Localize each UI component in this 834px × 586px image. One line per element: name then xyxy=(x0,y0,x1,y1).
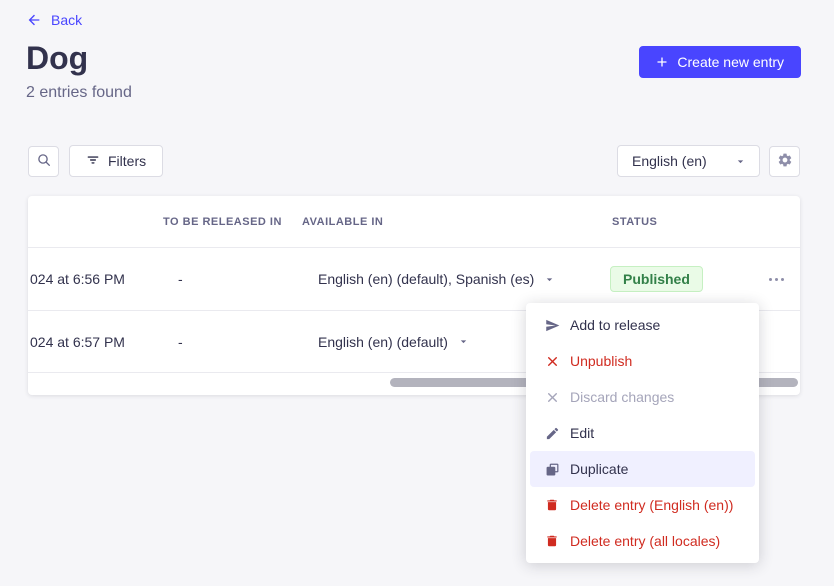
filters-button-label: Filters xyxy=(108,153,146,169)
create-button-label: Create new entry xyxy=(677,54,784,70)
cross-icon xyxy=(544,353,560,369)
menu-item-duplicate[interactable]: Duplicate xyxy=(530,451,755,487)
arrow-left-icon xyxy=(26,12,42,28)
list-toolbar: Filters English (en) xyxy=(28,145,800,177)
cross-icon xyxy=(544,389,560,405)
entry-date: 024 at 6:56 PM xyxy=(28,271,163,287)
chevron-down-icon xyxy=(734,155,747,168)
chevron-down-icon[interactable] xyxy=(543,273,556,286)
plus-icon xyxy=(656,56,668,68)
view-settings-button[interactable] xyxy=(769,146,800,177)
menu-item-add-to-release[interactable]: Add to release xyxy=(530,307,755,343)
menu-item-edit[interactable]: Edit xyxy=(530,415,755,451)
create-new-entry-button[interactable]: Create new entry xyxy=(639,46,801,78)
menu-item-discard-changes[interactable]: Discard changes xyxy=(530,379,755,415)
menu-item-label: Add to release xyxy=(570,317,660,333)
search-button[interactable] xyxy=(28,146,59,177)
table-row[interactable]: 024 at 6:56 PM - English (en) (default),… xyxy=(28,248,800,311)
menu-item-label: Delete entry (all locales) xyxy=(570,533,720,549)
back-link[interactable]: Back xyxy=(26,12,82,28)
entry-available-locales: English (en) (default) xyxy=(318,334,448,350)
column-header-to-be-released-in: TO BE RELEASED IN xyxy=(163,216,302,228)
row-actions-menu: Add to release Unpublish Discard changes… xyxy=(526,303,759,563)
duplicate-icon xyxy=(544,461,560,477)
menu-item-label: Edit xyxy=(570,425,594,441)
entry-available-locales: English (en) (default), Spanish (es) xyxy=(318,271,534,287)
page-title: Dog xyxy=(26,38,88,78)
filters-button[interactable]: Filters xyxy=(69,145,163,177)
entries-count: 2 entries found xyxy=(26,84,132,102)
row-actions-button[interactable] xyxy=(765,272,788,287)
locale-select-value: English (en) xyxy=(632,153,707,169)
entry-to-be-released-in: - xyxy=(163,334,302,350)
entry-date: 024 at 6:57 PM xyxy=(28,334,163,350)
menu-item-delete-entry-all-locales[interactable]: Delete entry (all locales) xyxy=(530,523,755,559)
entry-to-be-released-in: - xyxy=(163,271,302,287)
menu-item-unpublish[interactable]: Unpublish xyxy=(530,343,755,379)
search-icon xyxy=(36,152,52,171)
menu-item-label: Duplicate xyxy=(570,461,628,477)
menu-item-label: Unpublish xyxy=(570,353,632,369)
content-manager-list-view: Back Dog Create new entry 2 entries foun… xyxy=(0,0,834,586)
menu-item-label: Delete entry (English (en)) xyxy=(570,497,733,513)
table-header-row: TO BE RELEASED IN AVAILABLE IN STATUS xyxy=(28,196,800,248)
locale-select[interactable]: English (en) xyxy=(617,145,760,177)
filter-icon xyxy=(86,153,100,170)
menu-item-delete-entry-locale[interactable]: Delete entry (English (en)) xyxy=(530,487,755,523)
chevron-down-icon[interactable] xyxy=(457,335,470,348)
column-header-available-in: AVAILABLE IN xyxy=(302,216,612,228)
pencil-icon xyxy=(544,425,560,441)
menu-item-label: Discard changes xyxy=(570,389,674,405)
send-icon xyxy=(544,317,560,333)
trash-icon xyxy=(544,533,560,549)
column-header-status: STATUS xyxy=(612,216,739,228)
back-label: Back xyxy=(51,12,82,28)
status-badge: Published xyxy=(610,266,703,292)
trash-icon xyxy=(544,497,560,513)
gear-icon xyxy=(777,152,793,171)
